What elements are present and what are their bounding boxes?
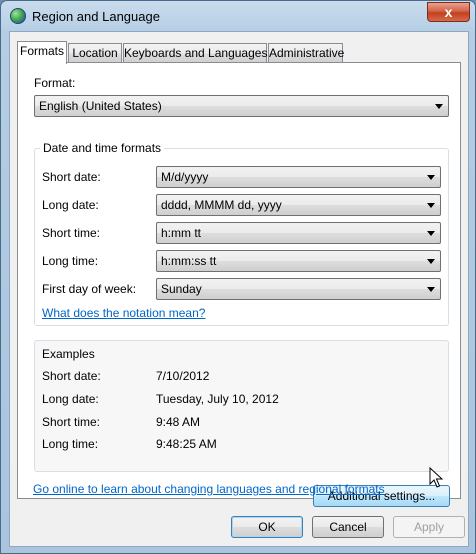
tab-location[interactable]: Location <box>68 43 122 63</box>
example-long-time-label: Long time: <box>42 437 99 451</box>
tab-administrative[interactable]: Administrative <box>268 43 344 63</box>
cancel-button[interactable]: Cancel <box>312 516 384 538</box>
short-time-value: h:mm tt <box>161 226 202 240</box>
example-short-time-value: 9:48 AM <box>156 415 201 429</box>
first-day-of-week-value: Sunday <box>161 282 202 296</box>
long-time-dropdown[interactable]: h:mm:ss tt <box>156 250 441 272</box>
chevron-down-icon <box>427 259 435 264</box>
format-label: Format: <box>34 76 76 90</box>
region-language-window: Region and Language x Formats Location K… <box>0 0 476 554</box>
window-title: Region and Language <box>32 9 160 24</box>
long-date-value: dddd, MMMM dd, yyyy <box>161 198 282 212</box>
first-day-of-week-dropdown[interactable]: Sunday <box>156 278 441 300</box>
example-long-date-label: Long date: <box>42 392 99 406</box>
short-date-dropdown[interactable]: M/d/yyyy <box>156 166 441 188</box>
short-time-dropdown[interactable]: h:mm tt <box>156 222 441 244</box>
short-date-value: M/d/yyyy <box>161 170 209 184</box>
examples-title: Examples <box>42 347 95 361</box>
first-day-of-week-label: First day of week: <box>42 282 137 296</box>
formats-panel: Format: English (United States) Date and… <box>17 62 461 507</box>
tab-formats[interactable]: Formats <box>17 41 67 64</box>
format-dropdown[interactable]: English (United States) <box>34 95 449 117</box>
example-long-date-value: Tuesday, July 10, 2012 <box>156 392 279 406</box>
date-time-formats-group: Date and time formats Short date: M/d/yy… <box>34 141 449 326</box>
chevron-down-icon <box>427 287 435 292</box>
long-date-label: Long date: <box>42 198 99 212</box>
format-dropdown-value: English (United States) <box>39 99 162 113</box>
ok-button[interactable]: OK <box>231 516 303 538</box>
apply-button[interactable]: Apply <box>393 516 465 538</box>
close-button[interactable]: x <box>427 2 470 22</box>
examples-group: Examples Short date: 7/10/2012 Long date… <box>34 340 449 472</box>
example-short-date-value: 7/10/2012 <box>156 369 210 383</box>
example-short-date-label: Short date: <box>42 369 101 383</box>
globe-icon <box>10 8 26 24</box>
long-time-value: h:mm:ss tt <box>161 254 217 268</box>
long-date-dropdown[interactable]: dddd, MMMM dd, yyyy <box>156 194 441 216</box>
chevron-down-icon <box>427 175 435 180</box>
chevron-down-icon <box>427 231 435 236</box>
example-short-time-label: Short time: <box>42 415 101 429</box>
title-bar[interactable]: Region and Language x <box>1 1 475 31</box>
example-long-time-value: 9:48:25 AM <box>156 437 217 451</box>
online-regional-formats-link[interactable]: Go online to learn about changing langua… <box>33 482 385 496</box>
long-time-label: Long time: <box>42 254 99 268</box>
short-time-label: Short time: <box>42 226 101 240</box>
chevron-down-icon <box>427 203 435 208</box>
dialog-client-area: Formats Location Keyboards and Languages… <box>9 31 469 547</box>
mouse-pointer-icon <box>429 467 443 488</box>
notation-help-link[interactable]: What does the notation mean? <box>42 306 205 320</box>
chevron-down-icon <box>435 104 443 109</box>
short-date-label: Short date: <box>42 170 101 184</box>
tab-keyboards-and-languages[interactable]: Keyboards and Languages <box>123 43 267 63</box>
date-time-formats-title: Date and time formats <box>40 141 165 155</box>
